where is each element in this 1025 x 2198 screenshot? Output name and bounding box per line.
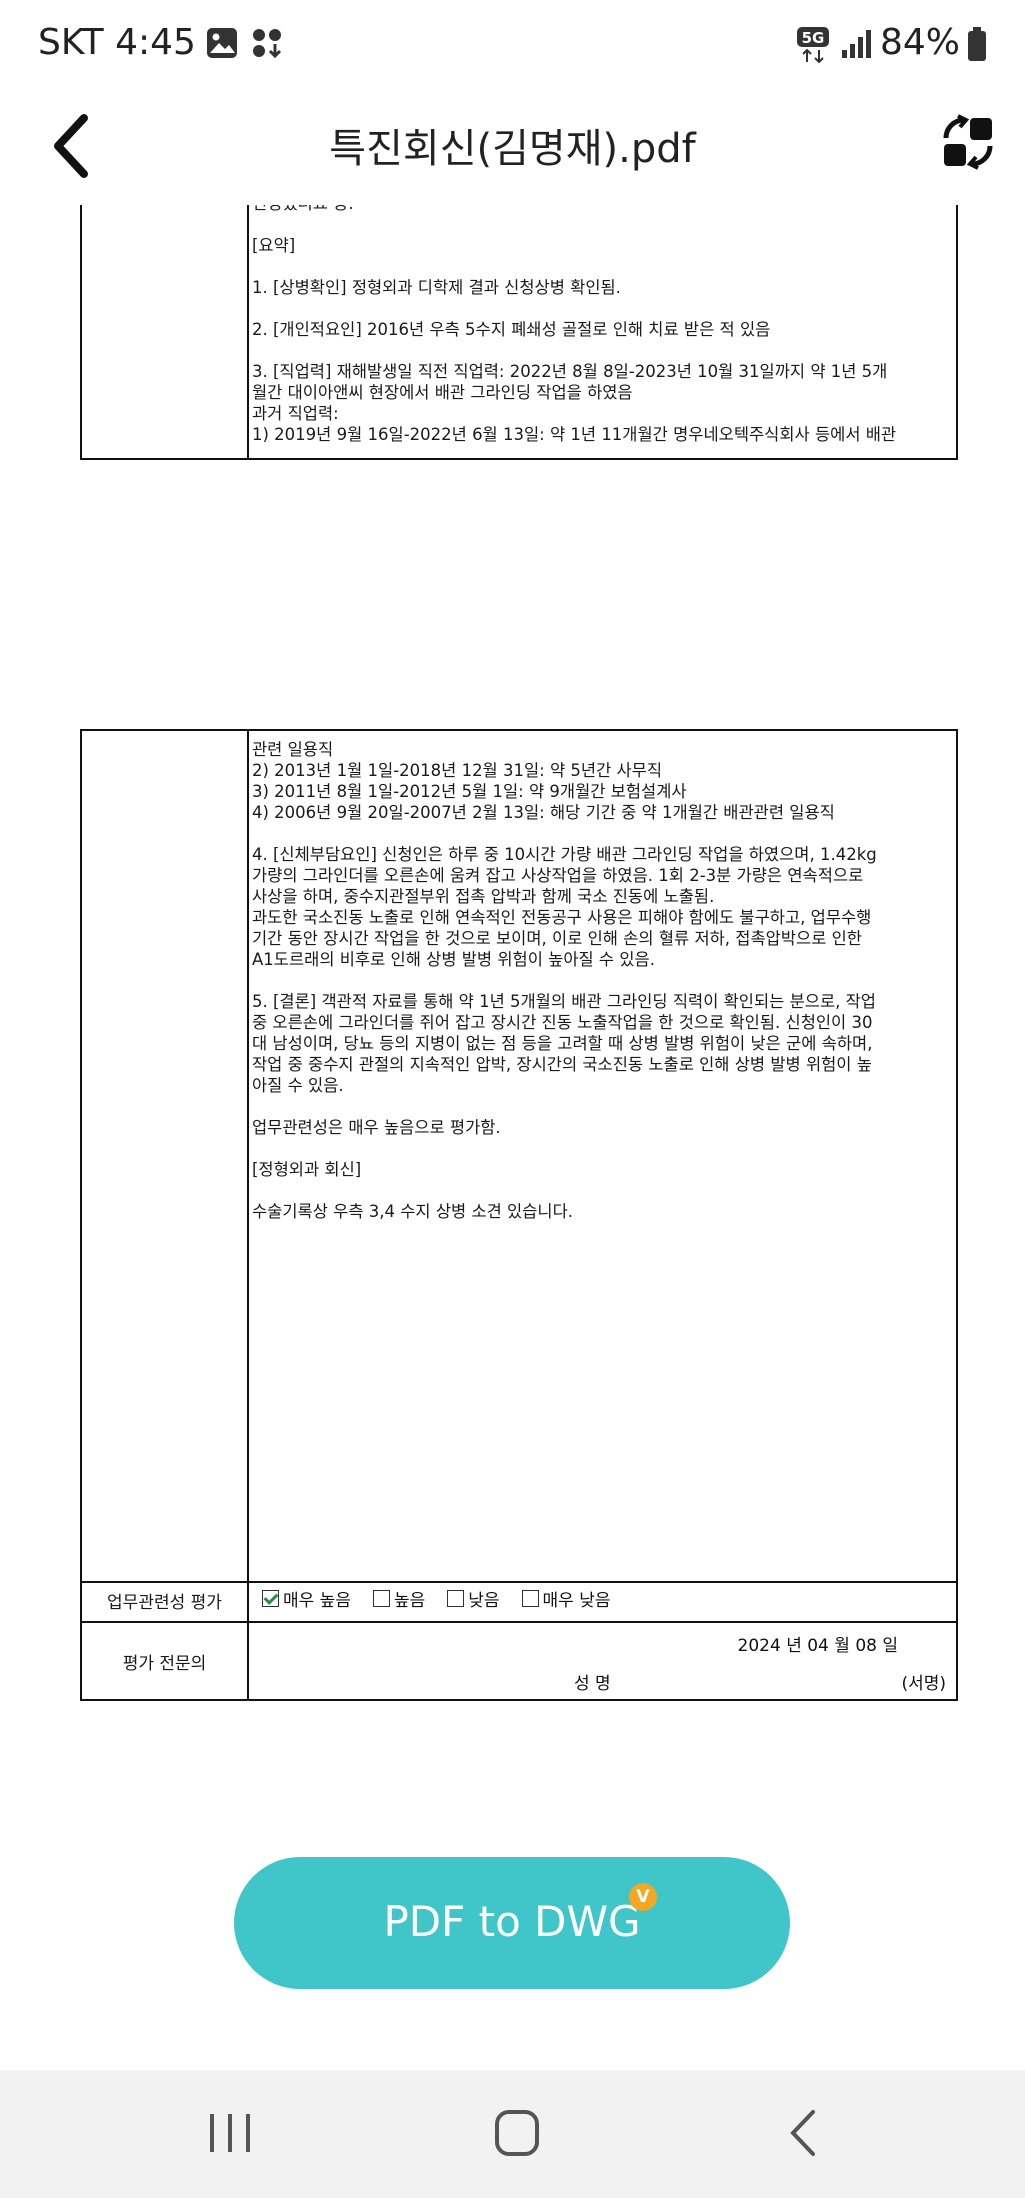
nav-back-button[interactable]	[765, 2098, 845, 2168]
app-header: 특진회신(김명재).pdf	[0, 86, 1025, 206]
eval-option-label: 매우 높음	[283, 1591, 351, 1611]
eval-option-label: 매우 낮음	[542, 1591, 611, 1611]
battery-percent: 84%	[880, 22, 961, 63]
eval-option-label: 높음	[393, 1591, 426, 1611]
text-line: 과도한 국소진동 노출로 인해 연속적인 전동공구 사용은 피해야 함에도 불구…	[252, 908, 872, 927]
eval-option: 낮음	[447, 1586, 500, 1611]
signal-icon	[842, 30, 871, 58]
text-line: 업무관련성은 매우 높음으로 평가함.	[252, 1118, 501, 1137]
text-line: 5. [결론] 객관적 자료를 통해 약 1년 5개월의 배관 그라인딩 직력이…	[252, 992, 876, 1011]
eval-option-label: 낮음	[468, 1591, 500, 1611]
battery-icon	[968, 27, 986, 61]
eval-label: 업무관련성 평가	[107, 1593, 222, 1613]
status-bar: SKT 4:45 5G 84%	[0, 0, 1025, 86]
recents-icon	[210, 2114, 250, 2152]
pdf-text-block: 신청했더요 등. [요약] 1. [상병확인] 정형외과 디학제 결과 신청상병 확…	[252, 205, 950, 445]
eval-option: 매우 낮음	[521, 1586, 611, 1611]
text-line: 아질 수 있음.	[252, 1076, 344, 1095]
eval-option: 높음	[372, 1586, 426, 1611]
svg-text:5G: 5G	[802, 29, 825, 47]
home-icon	[495, 2110, 539, 2156]
convert-button[interactable]	[940, 114, 996, 170]
text-line: 과거 직업력:	[252, 404, 339, 423]
checkbox-empty-icon	[447, 1590, 465, 1607]
text-line: [정형외과 회신]	[252, 1160, 362, 1179]
text-line: 4. [신체부담요인] 신청인은 하루 중 10시간 가량 배관 그라인딩 작업…	[252, 845, 877, 864]
table-row-divider	[82, 1621, 956, 1623]
document-title: 특진회신(김명재).pdf	[329, 126, 696, 172]
text-line: A1도르래의 비후로 인해 상병 발병 위험이 높아질 수 있음.	[252, 950, 655, 969]
eval-options: 매우 높음 높음 낮음 매우 낮음	[262, 1586, 611, 1611]
eval-date: 2024 년 04 월 08 일	[737, 1636, 898, 1656]
text-line: 3) 2011년 8월 1일-2012년 5월 1일: 약 9개월간 보험설계사	[252, 782, 687, 801]
navigation-bar	[0, 2070, 1025, 2198]
download-notification-icon	[253, 29, 282, 59]
sign-mark-label: (서명)	[901, 1674, 946, 1694]
checkbox-checked-icon	[262, 1590, 279, 1607]
text-line: 신청했더요 등.	[252, 205, 950, 214]
pdf-page-2[interactable]: 관련 일용직 2) 2013년 1월 1일-2018년 12월 31일: 약 5년…	[80, 729, 958, 1701]
text-line: 2) 2013년 1월 1일-2018년 12월 31일: 약 5년간 사무직	[252, 761, 663, 780]
text-line: 1. [상병확인] 정형외과 디학제 결과 신청상병 확인됨.	[252, 278, 621, 297]
back-icon	[790, 2110, 815, 2156]
text-line: 관련 일용직	[252, 740, 334, 759]
text-line: 사상을 하며, 중수지관절부위 접촉 압박과 함께 국소 진동에 노출됨.	[252, 887, 715, 906]
checkbox-empty-icon	[372, 1590, 390, 1607]
table-column-divider	[247, 205, 249, 458]
text-line: 월간 대이아앤씨 현장에서 배관 그라인딩 작업을 하였음	[252, 383, 633, 402]
eval-option: 매우 높음	[262, 1586, 351, 1611]
recents-button[interactable]	[190, 2098, 270, 2168]
text-line: 기간 동안 장시간 작업을 한 것으로 보이며, 이로 인해 손의 혈류 저하,…	[252, 929, 862, 948]
pdf-to-dwg-button[interactable]: PDF to DWG V	[234, 1857, 790, 1989]
pdf-page-1[interactable]: 신청했더요 등. [요약] 1. [상병확인] 정형외과 디학제 결과 신청상병 확…	[80, 205, 958, 460]
network-5g-icon: 5G	[797, 27, 829, 64]
convert-icon	[943, 114, 993, 170]
text-line: 4) 2006년 9월 20일-2007년 2월 13일: 해당 기간 중 약 …	[252, 803, 835, 822]
pdf-to-dwg-label: PDF to DWG	[383, 1897, 641, 1946]
text-line: 중 오른손에 그라인더를 쥐어 잡고 장시간 진동 노출작업을 한 것으로 확인…	[252, 1013, 873, 1032]
carrier-time: SKT 4:45	[38, 22, 196, 63]
text-line: 작업 중 중수지 관절의 지속적인 압박, 장시간의 국소진동 노출로 인해 상…	[252, 1055, 872, 1074]
pdf-text-block: 관련 일용직 2) 2013년 1월 1일-2018년 12월 31일: 약 5년…	[252, 739, 950, 1222]
table-row-divider	[82, 1581, 956, 1583]
text-line: 가량의 그라인더를 오른손에 움켜 잡고 사상작업을 하였음. 1회 2-3분 …	[252, 866, 864, 885]
text-line: [요약]	[252, 236, 296, 255]
premium-badge: V	[629, 1883, 657, 1911]
sign-name-label: 성 명	[574, 1674, 611, 1694]
gallery-notification-icon	[207, 28, 237, 58]
home-button[interactable]	[477, 2098, 557, 2168]
expert-label: 평가 전문의	[122, 1654, 207, 1674]
text-line: 수술기록상 우측 3,4 수지 상병 소견 있습니다.	[252, 1202, 574, 1221]
text-line: 1) 2019년 9월 16일-2022년 6월 13일: 약 1년 11개월간…	[252, 425, 897, 444]
checkbox-empty-icon	[521, 1590, 539, 1607]
text-line: 2. [개인적요인] 2016년 우측 5수지 폐쇄성 골절로 인해 치료 받은…	[252, 320, 771, 339]
text-line: 대 남성이며, 당뇨 등의 지병이 없는 점 등을 고려할 때 상병 발병 위험…	[252, 1034, 873, 1053]
text-line: 3. [직업력] 재해발생일 직전 직업력: 2022년 8월 8일-2023년…	[252, 362, 888, 381]
table-column-divider	[247, 731, 249, 1701]
